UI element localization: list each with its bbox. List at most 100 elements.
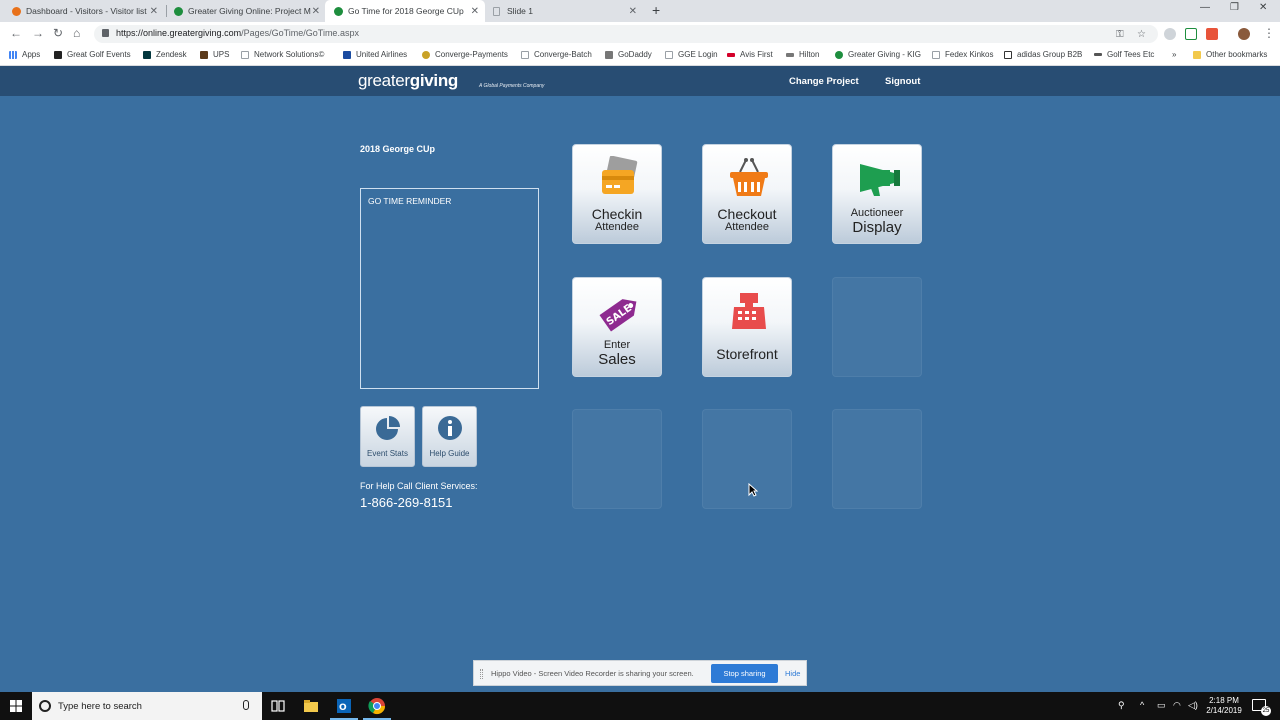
task-view-icon[interactable] [269, 697, 287, 715]
close-tab-icon[interactable]: ✕ [471, 6, 479, 17]
bookmark-star-icon[interactable]: ☆ [1137, 29, 1146, 40]
screen-share-banner: Hippo Video - Screen Video Recorder is s… [473, 660, 807, 686]
extension-icon[interactable] [1164, 28, 1176, 40]
greatergiving-logo[interactable]: greatergiving [358, 71, 458, 91]
minimize-icon[interactable]: — [1200, 2, 1210, 13]
tab-title: Greater Giving Online: Project M [188, 6, 311, 16]
windows-taskbar: Type here to search O ⚲ ^ ▭ ◠ ◁) 2:18 PM… [0, 692, 1280, 720]
home-icon[interactable]: ⌂ [73, 26, 80, 40]
wifi-icon[interactable]: ◠ [1173, 700, 1181, 711]
bookmark-apps[interactable]: Apps [9, 50, 40, 59]
bookmark-item[interactable]: Network Solutions© [241, 50, 324, 59]
sale-tag-icon: SALE [599, 299, 637, 332]
event-stats-button[interactable]: Event Stats [360, 406, 415, 467]
taskbar-search-box[interactable]: Type here to search [32, 692, 262, 720]
change-project-link[interactable]: Change Project [789, 76, 859, 87]
share-status-text: Hippo Video - Screen Video Recorder is s… [491, 669, 694, 678]
storefront-tile[interactable]: Storefront [702, 277, 792, 377]
search-placeholder: Type here to search [58, 701, 142, 712]
more-bookmarks-icon[interactable]: » [1172, 50, 1176, 59]
checkout-attendee-tile[interactable]: Checkout Attendee [702, 144, 792, 244]
forward-icon[interactable]: → [32, 26, 44, 40]
bookmark-item[interactable]: Converge-Batch [521, 50, 592, 59]
reload-icon[interactable]: ↻ [53, 26, 63, 40]
restore-icon[interactable]: ❐ [1230, 2, 1239, 13]
system-clock[interactable]: 2:18 PM 2/14/2019 [1204, 696, 1244, 716]
event-stats-label: Event Stats [367, 449, 408, 458]
close-tab-icon[interactable]: ✕ [312, 6, 320, 17]
browser-tab[interactable]: Dashboard - Visitors - Visitor list ✕ [12, 0, 164, 22]
signout-link[interactable]: Signout [885, 76, 920, 87]
action-center-icon[interactable]: 25 [1252, 699, 1271, 716]
chrome-icon[interactable] [368, 697, 386, 715]
profile-avatar-icon[interactable] [1238, 28, 1250, 40]
browser-tab-active[interactable]: Go Time for 2018 George CUp ✕ [325, 0, 485, 22]
megaphone-icon [860, 164, 900, 196]
other-bookmarks[interactable]: Other bookmarks [1193, 50, 1267, 59]
bookmark-item[interactable]: Hilton [786, 50, 819, 59]
microphone-icon[interactable] [243, 700, 249, 710]
tab-title: Slide 1 [507, 6, 533, 16]
back-icon[interactable]: ← [10, 26, 22, 40]
show-hidden-icons[interactable]: ^ [1140, 700, 1144, 710]
auctioneer-display-tile[interactable]: Auctioneer Display [832, 144, 922, 244]
windows-start-icon[interactable] [10, 700, 22, 712]
page-icon [521, 50, 529, 59]
document-favicon-icon [493, 6, 500, 16]
bookmark-item[interactable]: Golf Tees Etc [1094, 50, 1154, 59]
empty-tile-slot [572, 409, 662, 509]
bookmarks-bar: Apps Great Golf Events Zendesk UPS Netwo… [0, 46, 1280, 66]
page-icon [241, 50, 249, 59]
browser-tab[interactable]: Slide 1 ✕ [493, 0, 643, 22]
bookmark-item[interactable]: Converge-Payments [422, 50, 508, 59]
volume-icon[interactable]: ◁) [1188, 700, 1198, 711]
logo-tagline: A Global Payments Company [479, 83, 545, 89]
extension-icon[interactable] [1185, 28, 1197, 40]
bookmark-item[interactable]: Great Golf Events [54, 50, 131, 59]
tile-title: Checkout [717, 206, 777, 222]
drag-handle-icon[interactable] [480, 669, 483, 679]
checkin-attendee-tile[interactable]: Checkin Attendee [572, 144, 662, 244]
outlook-icon[interactable]: O [335, 697, 353, 715]
svg-text:O: O [339, 703, 347, 713]
browser-tab[interactable]: Greater Giving Online: Project M ✕ [174, 0, 326, 22]
extension-icon[interactable] [1206, 28, 1218, 40]
analytics-favicon-icon [12, 6, 21, 16]
page-icon [665, 50, 673, 59]
key-icon[interactable]: ⚿ [1116, 29, 1124, 40]
stop-sharing-button[interactable]: Stop sharing [711, 664, 778, 683]
bookmark-item[interactable]: Avis First [727, 50, 773, 59]
site-header: greatergiving A Global Payments Company … [0, 66, 1280, 96]
greatergiving-favicon-icon [334, 6, 343, 16]
bookmark-item[interactable]: Fedex Kinkos [932, 50, 993, 59]
bookmark-item[interactable]: Greater Giving - KIG [835, 50, 921, 59]
bookmark-favicon-icon [200, 50, 208, 59]
bookmark-item[interactable]: Zendesk [143, 50, 187, 59]
folder-icon [1193, 50, 1201, 59]
help-guide-button[interactable]: Help Guide [422, 406, 477, 467]
empty-tile-slot [832, 409, 922, 509]
tab-title: Dashboard - Visitors - Visitor list [26, 6, 147, 16]
notification-count-badge: 25 [1261, 706, 1271, 716]
file-explorer-icon[interactable] [302, 697, 320, 715]
new-tab-button[interactable]: + [652, 2, 660, 18]
battery-icon[interactable]: ▭ [1157, 700, 1166, 711]
bookmark-favicon-icon [143, 50, 151, 59]
chrome-menu-icon[interactable]: ⋮ [1263, 26, 1275, 40]
close-tab-icon[interactable]: ✕ [150, 6, 158, 17]
address-bar[interactable]: https://online.greatergiving.com/Pages/G… [94, 25, 1158, 43]
credit-card-icon [602, 156, 638, 194]
bookmark-item[interactable]: adidas Group B2B [1004, 50, 1082, 59]
bookmark-item[interactable]: United Airlines [343, 50, 407, 59]
lock-icon [102, 29, 109, 37]
bookmark-item[interactable]: GoDaddy [605, 50, 652, 59]
people-icon[interactable]: ⚲ [1118, 700, 1125, 711]
help-guide-label: Help Guide [429, 449, 470, 458]
clock-date: 2/14/2019 [1206, 706, 1242, 715]
hide-banner-link[interactable]: Hide [785, 669, 800, 678]
bookmark-item[interactable]: UPS [200, 50, 229, 59]
window-close-icon[interactable]: ✕ [1259, 2, 1267, 13]
enter-sales-tile[interactable]: SALE Enter Sales [572, 277, 662, 377]
bookmark-item[interactable]: GGE Login [665, 50, 718, 59]
close-tab-icon[interactable]: ✕ [629, 6, 637, 17]
